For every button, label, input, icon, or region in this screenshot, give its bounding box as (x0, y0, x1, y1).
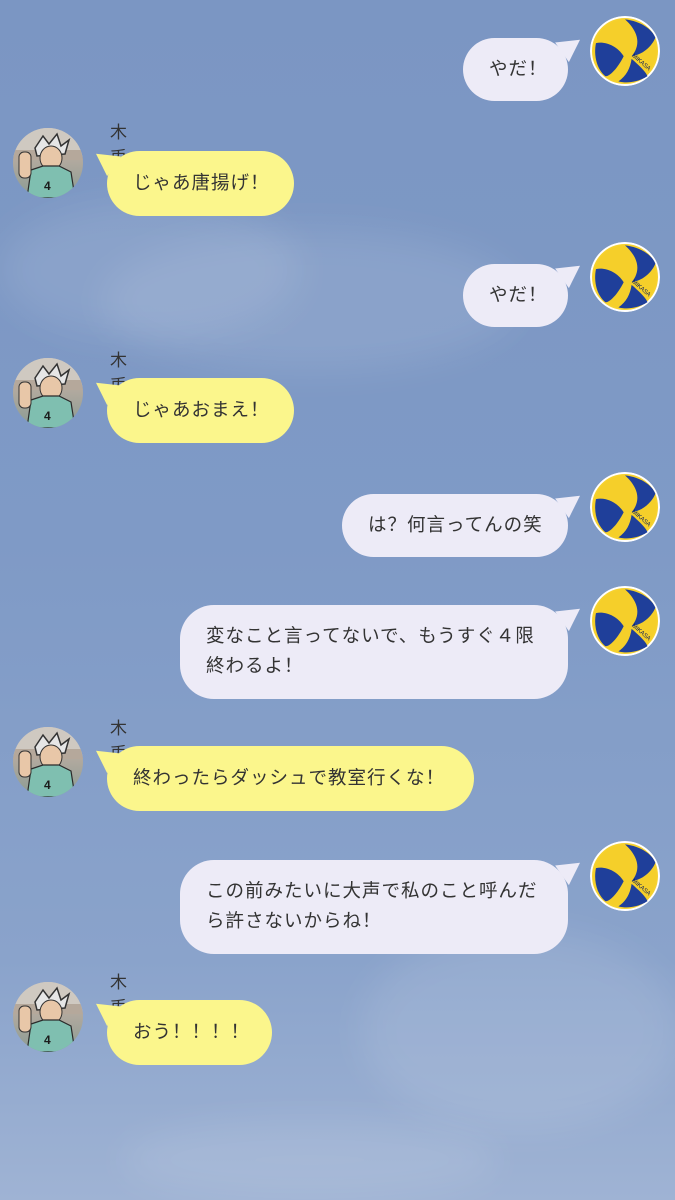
message-bubble-me[interactable]: やだ！ (463, 264, 568, 327)
character-avatar: 4 (13, 727, 83, 797)
svg-text:4: 4 (44, 409, 51, 423)
volleyball-icon: MIKASA (590, 472, 660, 542)
message-bubble-friend[interactable]: じゃあおまえ！ (107, 378, 294, 443)
background-cloud (100, 230, 520, 370)
friend-avatar[interactable]: 4 (13, 982, 83, 1052)
message-text: 変なこと言ってないで、もうすぐ４限 終わるよ！ (206, 626, 535, 677)
my-avatar[interactable]: MIKASA (590, 841, 660, 911)
friend-avatar[interactable]: 4 (13, 727, 83, 797)
message-bubble-me[interactable]: やだ！ (463, 38, 568, 101)
message-text: じゃあおまえ！ (133, 399, 270, 421)
message-bubble-me[interactable]: この前みたいに大声で私のこと呼んだ ら許さないからね！ (180, 860, 568, 954)
volleyball-icon: MIKASA (590, 841, 660, 911)
message-bubble-me[interactable]: 変なこと言ってないで、もうすぐ４限 終わるよ！ (180, 605, 568, 699)
message-text: 終わったらダッシュで教室行くな！ (133, 767, 446, 789)
volleyball-icon: MIKASA (590, 242, 660, 312)
svg-text:4: 4 (44, 179, 51, 193)
background-cloud (120, 1120, 500, 1200)
character-avatar: 4 (13, 358, 83, 428)
message-text: は？何言ってんの笑 (368, 514, 543, 536)
background-cloud (360, 930, 675, 1130)
friend-avatar[interactable]: 4 (13, 128, 83, 198)
friend-avatar[interactable]: 4 (13, 358, 83, 428)
message-bubble-friend[interactable]: 終わったらダッシュで教室行くな！ (107, 746, 474, 811)
message-text: この前みたいに大声で私のこと呼んだ ら許さないからね！ (206, 881, 538, 932)
message-text: おう！！！！ (133, 1021, 251, 1043)
svg-text:4: 4 (44, 778, 51, 792)
character-avatar: 4 (13, 128, 83, 198)
volleyball-icon: MIKASA (590, 586, 660, 656)
message-text: やだ！ (489, 284, 548, 306)
message-text: じゃあ唐揚げ！ (133, 172, 270, 194)
svg-text:4: 4 (44, 1033, 51, 1047)
message-bubble-friend[interactable]: おう！！！！ (107, 1000, 272, 1065)
message-bubble-friend[interactable]: じゃあ唐揚げ！ (107, 151, 294, 216)
my-avatar[interactable]: MIKASA (590, 242, 660, 312)
character-avatar: 4 (13, 982, 83, 1052)
volleyball-icon: MIKASA (590, 16, 660, 86)
my-avatar[interactable]: MIKASA (590, 16, 660, 86)
message-bubble-me[interactable]: は？何言ってんの笑 (342, 494, 568, 557)
my-avatar[interactable]: MIKASA (590, 586, 660, 656)
my-avatar[interactable]: MIKASA (590, 472, 660, 542)
message-text: やだ！ (489, 58, 548, 80)
